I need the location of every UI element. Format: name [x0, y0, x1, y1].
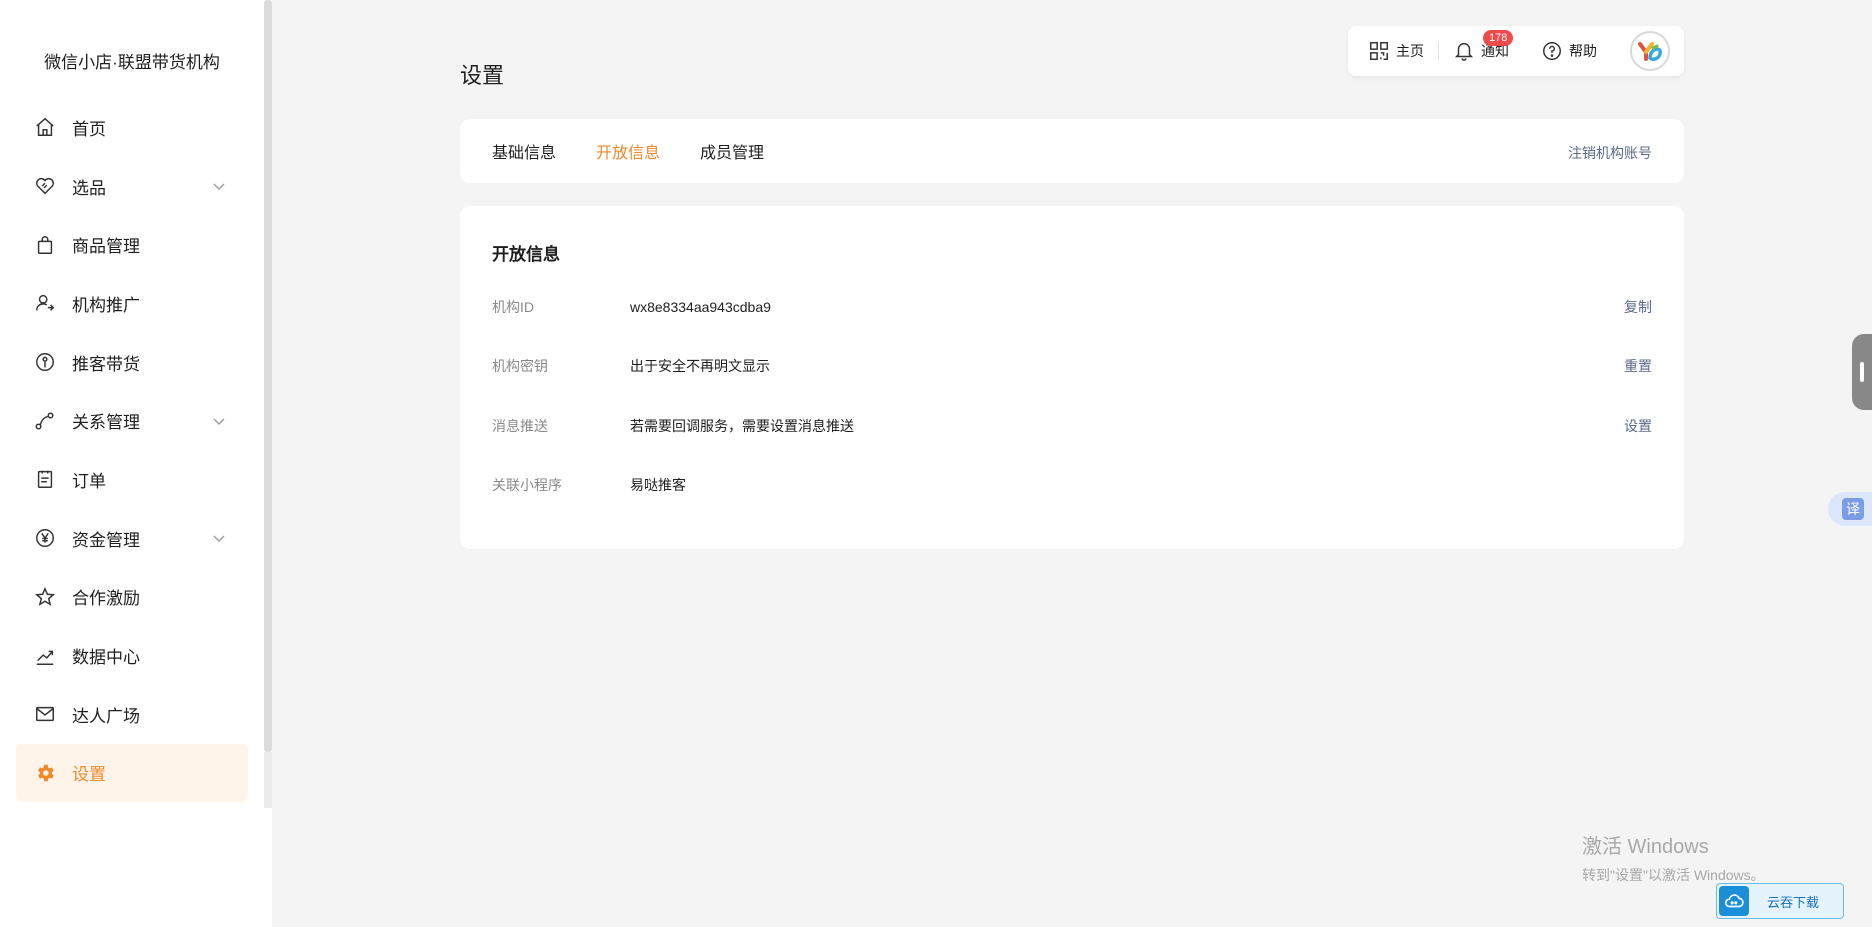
sidebar-item-label: 机构推广: [72, 295, 140, 315]
cloud-icon: [1719, 886, 1749, 916]
sidebar-item-selection[interactable]: 选品: [16, 157, 248, 216]
settings-tabs: 基础信息 开放信息 成员管理 注销机构账号: [460, 119, 1684, 183]
section-title: 开放信息: [492, 245, 560, 264]
sidebar-item-relations[interactable]: 关系管理: [16, 391, 248, 450]
sidebar-item-label: 设置: [72, 765, 106, 785]
sidebar-item-talent-square[interactable]: 达人广场: [16, 685, 248, 744]
deregister-account-link[interactable]: 注销机构账号: [1568, 143, 1652, 163]
tab-basic-info[interactable]: 基础信息: [492, 139, 556, 163]
info-key: 机构密钥: [492, 358, 548, 374]
person-badge-icon: [34, 351, 56, 373]
info-value: wx8e8334aa943cdba9: [630, 299, 771, 315]
info-row-org-id: 机构ID wx8e8334aa943cdba9 复制: [492, 295, 1652, 319]
open-info-card: 开放信息 机构ID wx8e8334aa943cdba9 复制 机构密钥 出于安…: [460, 206, 1684, 549]
page-title: 设置: [460, 63, 505, 88]
sidebar: 微信小店·联盟带货机构 首页 选品 商品管理 机构推广 推客带货 关系管理 订单…: [0, 0, 272, 927]
sidebar-item-label: 资金管理: [72, 530, 140, 550]
chevron-down-icon: [213, 535, 225, 543]
sidebar-item-promotion[interactable]: 机构推广: [16, 274, 248, 333]
sidebar-item-label: 首页: [72, 119, 106, 139]
help-button[interactable]: 帮助: [1541, 40, 1597, 62]
info-value: 出于安全不再明文显示: [630, 358, 770, 374]
help-label: 帮助: [1569, 43, 1597, 59]
sidebar-scroll-track: [264, 752, 272, 808]
tab-member-management[interactable]: 成员管理: [700, 139, 764, 163]
mail-icon: [34, 703, 56, 725]
info-row-org-secret: 机构密钥 出于安全不再明文显示 重置: [492, 354, 1652, 378]
gear-icon: [34, 762, 56, 784]
copy-button[interactable]: 复制: [1624, 297, 1652, 317]
info-value: 若需要回调服务，需要设置消息推送: [630, 418, 854, 434]
tab-open-info[interactable]: 开放信息: [596, 139, 660, 163]
sidebar-item-data-center[interactable]: 数据中心: [16, 626, 248, 685]
user-share-icon: [34, 292, 56, 314]
trend-icon: [34, 645, 56, 667]
sidebar-item-label: 订单: [72, 471, 106, 491]
watermark-subtitle: 转到"设置"以激活 Windows。: [1582, 867, 1765, 883]
translate-icon: 译: [1842, 498, 1864, 520]
reset-button[interactable]: 重置: [1624, 356, 1652, 376]
info-key: 机构ID: [492, 299, 534, 315]
avatar-logo-icon: [1634, 35, 1666, 67]
home-link[interactable]: 主页: [1368, 40, 1424, 62]
windows-activation-watermark: 激活 Windows 转到"设置"以激活 Windows。: [1582, 830, 1765, 885]
divider: [1523, 42, 1527, 60]
sidebar-item-products[interactable]: 商品管理: [16, 215, 248, 274]
sidebar-item-label: 数据中心: [72, 648, 140, 668]
qrcode-icon: [1370, 42, 1388, 60]
sidebar-item-label: 达人广场: [72, 706, 140, 726]
sidebar-item-label: 合作激励: [72, 589, 140, 609]
chevron-down-icon: [213, 418, 225, 425]
info-row-message-push: 消息推送 若需要回调服务，需要设置消息推送 设置: [492, 414, 1652, 438]
bag-icon: [34, 234, 56, 256]
sidebar-item-label: 选品: [72, 178, 106, 198]
cloud-download-button[interactable]: 云吞下载: [1716, 883, 1844, 919]
home-link-label: 主页: [1396, 43, 1424, 59]
watermark-title: 激活 Windows: [1582, 836, 1709, 858]
sidebar-item-label: 推客带货: [72, 354, 140, 374]
brand-title: 微信小店·联盟带货机构: [44, 53, 220, 72]
top-toolbar: 主页 通知 178 帮助: [1348, 26, 1684, 76]
notifications-button[interactable]: 通知 178: [1453, 30, 1514, 62]
notification-count-badge: 178: [1483, 30, 1514, 46]
sidebar-item-label: 关系管理: [72, 413, 140, 433]
relation-icon: [34, 410, 56, 432]
chevron-down-icon: [213, 183, 225, 191]
sidebar-nav: 首页 选品 商品管理 机构推广 推客带货 关系管理 订单 资金管理 合作激励 数…: [16, 98, 248, 803]
info-key: 关联小程序: [492, 477, 562, 493]
side-panel-handle[interactable]: [1852, 334, 1872, 410]
info-key: 消息推送: [492, 418, 548, 434]
star-icon: [34, 586, 56, 608]
cloud-download-label: 云吞下载: [1767, 894, 1820, 910]
heart-tag-icon: [34, 175, 56, 197]
avatar[interactable]: [1630, 31, 1670, 71]
sidebar-item-home[interactable]: 首页: [16, 98, 248, 157]
configure-button[interactable]: 设置: [1624, 416, 1652, 436]
sidebar-item-incentives[interactable]: 合作激励: [16, 568, 248, 627]
info-row-mini-program: 关联小程序 易哒推客: [492, 473, 1652, 497]
help-icon: [1543, 42, 1561, 60]
sidebar-scrollbar[interactable]: [264, 0, 272, 752]
sidebar-item-orders[interactable]: 订单: [16, 450, 248, 509]
sidebar-item-promoter-sales[interactable]: 推客带货: [16, 333, 248, 392]
sidebar-item-funds[interactable]: 资金管理: [16, 509, 248, 568]
translate-button[interactable]: 译: [1828, 492, 1872, 526]
info-value: 易哒推客: [630, 477, 686, 493]
sidebar-item-label: 商品管理: [72, 237, 140, 257]
divider: [1438, 42, 1439, 60]
yen-icon: [34, 527, 56, 549]
sidebar-item-settings[interactable]: 设置: [16, 743, 248, 803]
home-icon: [34, 116, 56, 138]
clipboard-icon: [34, 468, 56, 490]
bell-icon: [1454, 43, 1474, 61]
